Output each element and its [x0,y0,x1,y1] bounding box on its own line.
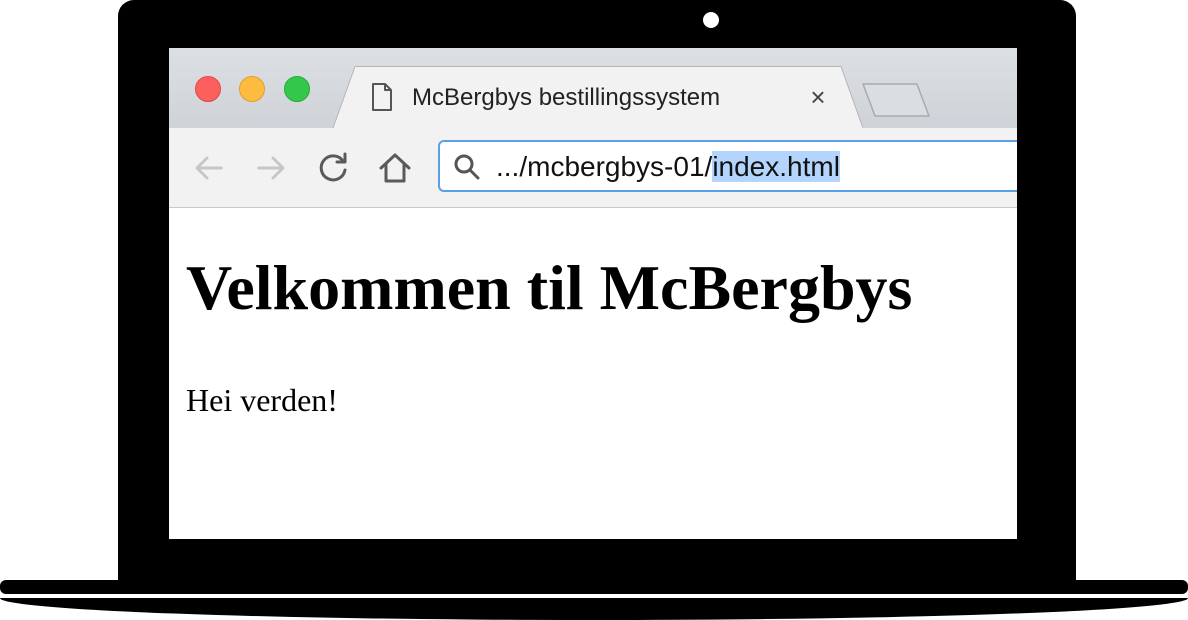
tab-title: McBergbys bestillingssystem [412,84,721,111]
arrow-left-icon[interactable] [191,150,227,186]
camera-icon [703,12,719,28]
page-heading: Velkommen til McBergbys [186,252,913,323]
arrow-right-icon[interactable] [253,150,289,186]
page-paragraph: Hei verden! [186,382,338,418]
tab-close-icon[interactable]: × [805,84,831,110]
window-zoom-button[interactable] [284,76,310,102]
window-close-button[interactable] [195,76,221,102]
url-text[interactable]: .../mcbergbys-01/index.html [496,151,840,183]
new-tab-button[interactable] [859,82,933,118]
url-prefix: .../mcbergbys-01/ [496,151,713,182]
page-content: Velkommen til McBergbys Hei verden! [169,208,1017,539]
tab-bar: McBergbys bestillingssystem × [169,48,1017,128]
search-icon [454,154,480,180]
laptop-base [0,580,1188,594]
laptop-base-bottom [0,598,1188,620]
home-icon[interactable] [377,150,413,186]
window-minimize-button[interactable] [239,76,265,102]
document-icon [372,83,392,111]
browser-window: McBergbys bestillingssystem × .../mcberg… [169,48,1017,539]
toolbar: .../mcbergbys-01/index.html [169,128,1017,208]
address-bar[interactable]: .../mcbergbys-01/index.html [438,140,1017,192]
reload-icon[interactable] [315,150,351,186]
url-selection: index.html [712,151,840,182]
